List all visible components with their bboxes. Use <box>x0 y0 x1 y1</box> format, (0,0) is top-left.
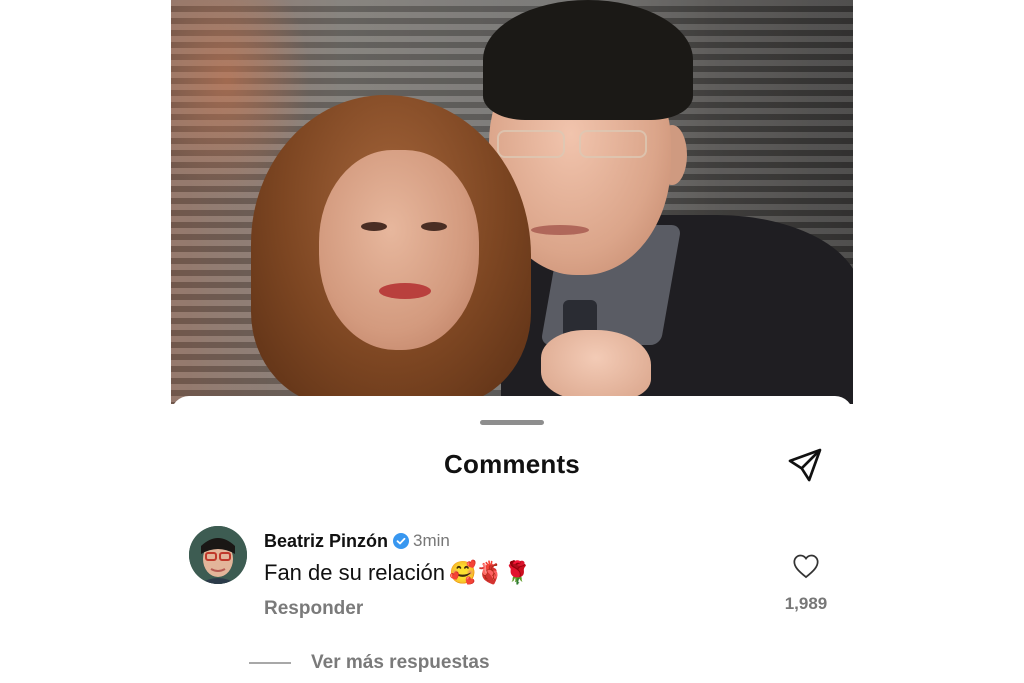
divider-line <box>249 662 291 664</box>
verified-badge-icon <box>393 533 410 549</box>
reply-button[interactable]: Responder <box>264 598 363 620</box>
comment-body: Fan de su relación 🥰🫀🌹 <box>264 560 531 586</box>
view-more-replies[interactable]: Ver más respuestas <box>249 652 490 674</box>
woman-eye <box>361 222 387 231</box>
share-button[interactable] <box>783 443 827 487</box>
view-more-replies-label: Ver más respuestas <box>311 652 490 673</box>
comment-item: Beatriz Pinzón 3min Fan de su relación 🥰… <box>189 526 839 626</box>
comment-emojis: 🥰🫀🌹 <box>449 560 532 586</box>
man-mouth <box>531 225 589 235</box>
comments-sheet: Comments Beatriz Pinzón 3min Fan de su r… <box>171 396 853 683</box>
heart-outline-icon <box>793 554 819 579</box>
glasses <box>489 130 654 160</box>
woman-lips <box>379 283 431 299</box>
like-count: 1,989 <box>784 594 828 613</box>
comment-username[interactable]: Beatriz Pinzón <box>264 531 388 552</box>
man-hair <box>483 0 693 120</box>
avatar-image <box>189 526 247 584</box>
woman-face <box>319 150 479 350</box>
post-image <box>171 0 853 404</box>
avatar[interactable] <box>189 526 247 584</box>
comment-text: Fan de su relación <box>264 560 445 585</box>
woman-hand <box>541 330 651 400</box>
sheet-title: Comments <box>444 449 580 479</box>
comment-header: Beatriz Pinzón 3min <box>264 529 450 553</box>
comment-timestamp: 3min <box>413 531 450 550</box>
send-icon <box>788 448 822 482</box>
woman-eye <box>421 222 447 231</box>
like-button[interactable] <box>791 552 821 580</box>
sheet-drag-handle[interactable] <box>480 420 544 425</box>
